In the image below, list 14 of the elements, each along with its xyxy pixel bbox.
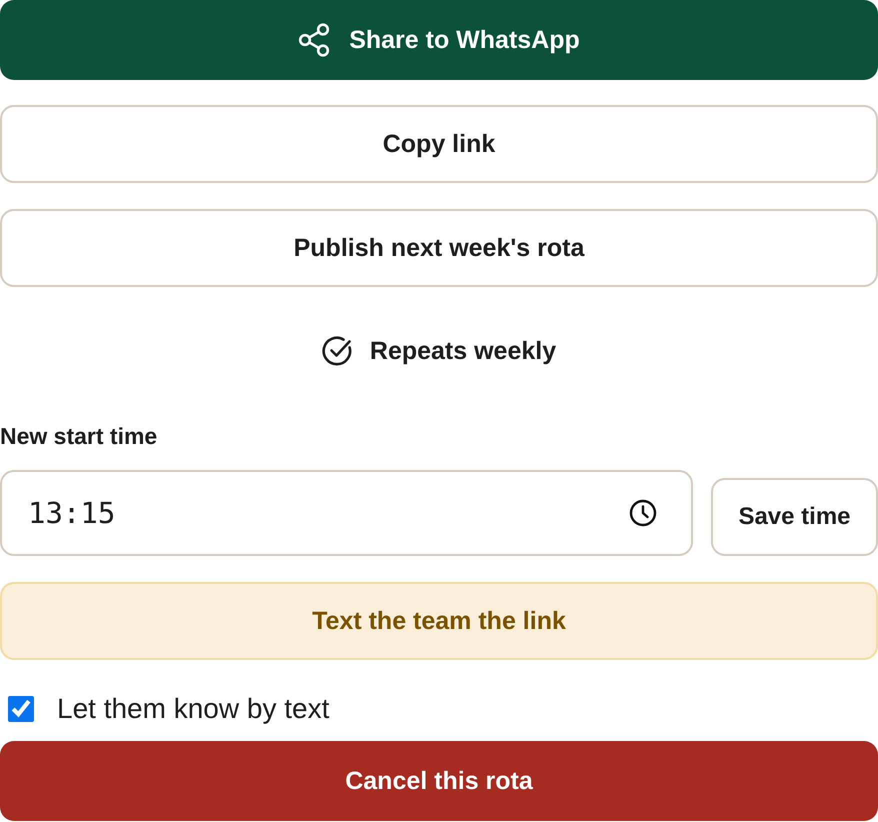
check-circle-icon	[322, 336, 353, 366]
share-icon	[298, 23, 330, 57]
notify-checkbox[interactable]	[8, 696, 34, 722]
publish-button[interactable]: Publish next week's rota	[0, 209, 878, 287]
clock-icon[interactable]	[629, 499, 657, 527]
text-team-button[interactable]: Text the team the link	[0, 582, 878, 660]
repeat-status-text: Repeats weekly	[370, 336, 556, 366]
field-label: New start time	[0, 422, 158, 451]
share-button[interactable]: Share to WhatsApp	[0, 0, 878, 80]
time-input[interactable]: 13:15	[0, 470, 693, 556]
checkbox-label[interactable]: Let them know by text	[57, 693, 330, 725]
cancel-button[interactable]: Cancel this rota	[0, 741, 878, 821]
copy-link-button[interactable]: Copy link	[0, 105, 878, 183]
save-time-button[interactable]: Save time	[711, 478, 878, 556]
